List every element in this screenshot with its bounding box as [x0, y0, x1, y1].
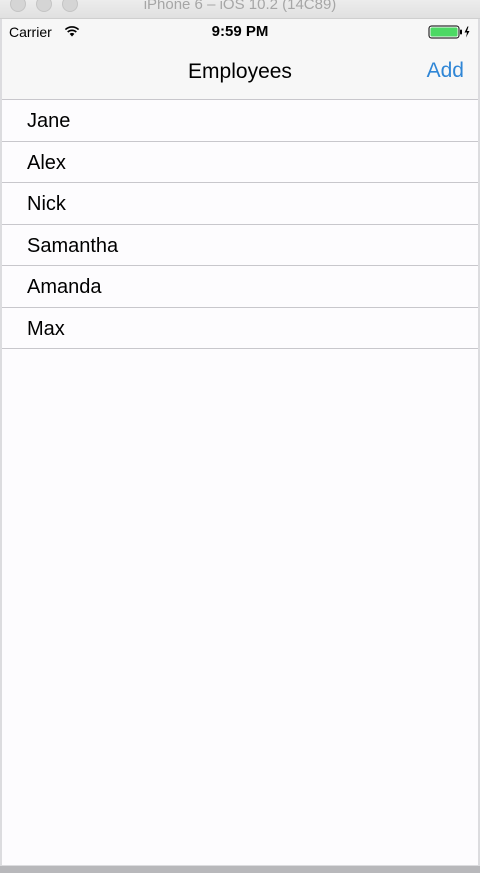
table-row[interactable]: Max	[2, 307, 478, 349]
table-row[interactable]: Nick	[2, 183, 478, 225]
table-row[interactable]: Jane	[2, 100, 478, 142]
battery-charging-icon	[428, 25, 470, 39]
status-time: 9:59 PM	[211, 23, 269, 40]
employee-name: Alex	[27, 151, 66, 174]
table-row[interactable]: Amanda	[2, 266, 478, 308]
employee-name: Nick	[27, 193, 66, 215]
employee-name: Jane	[27, 110, 71, 132]
window-bottom-edge	[0, 866, 480, 873]
employee-name: Amanda	[27, 276, 102, 298]
employee-name: Samantha	[27, 234, 119, 257]
employee-table: Jane Alex Nick Samantha Amanda Max	[2, 100, 478, 349]
simulator-title: iPhone 6 – iOS 10.2 (14C89)	[143, 0, 337, 13]
status-bar: Carrier 9:59 PM	[2, 19, 478, 45]
device-screen: Carrier 9:59 PM Employees Add Jane Alex …	[2, 19, 478, 865]
employee-name: Max	[27, 317, 65, 340]
add-button[interactable]: Add	[427, 59, 464, 83]
simulator-window: iPhone 6 – iOS 10.2 (14C89) Carrier 9:59…	[0, 0, 480, 873]
page-title: Employees	[188, 60, 292, 83]
table-row[interactable]: Samantha	[2, 224, 478, 266]
simulator-titlebar: iPhone 6 – iOS 10.2 (14C89)	[0, 0, 480, 19]
navigation-bar: Employees Add	[2, 45, 478, 100]
table-row[interactable]: Alex	[2, 141, 478, 183]
